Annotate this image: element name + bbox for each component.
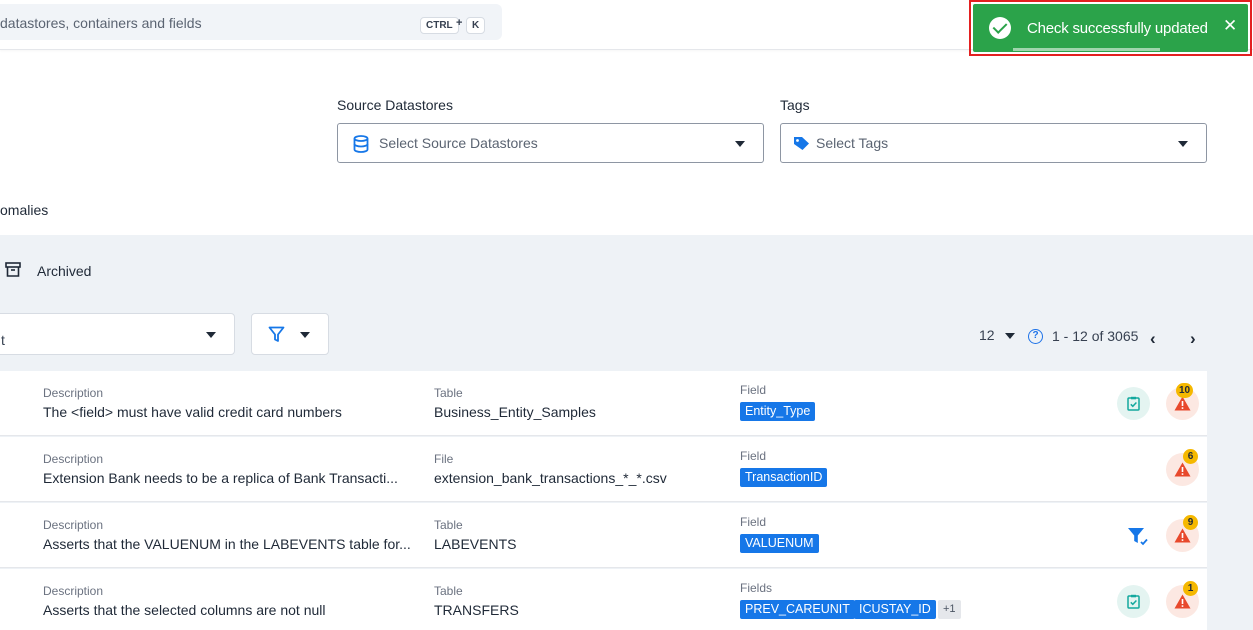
- chevron-down-icon: [300, 332, 310, 338]
- source-name: extension_bank_transactions_*_*.csv: [434, 470, 667, 486]
- more-fields-chip[interactable]: +1: [938, 600, 961, 619]
- anomaly-count-badge: 6: [1183, 449, 1198, 464]
- filter-icon: [268, 326, 285, 348]
- chevron-down-icon: [735, 141, 745, 147]
- field-label: Field: [740, 383, 767, 397]
- description-label: Description: [43, 452, 104, 466]
- filter-check-icon[interactable]: [1127, 527, 1149, 552]
- close-icon[interactable]: ✕: [1223, 16, 1237, 36]
- source-type-label: Table: [434, 386, 463, 400]
- field-chip[interactable]: Entity_Type: [740, 402, 816, 421]
- pagination-range: 1 - 12 of 3065: [1052, 328, 1139, 344]
- warning-icon: [1174, 528, 1191, 543]
- field-chip[interactable]: VALUENUM: [740, 534, 819, 553]
- search-placeholder: datastores, containers and fields: [0, 15, 202, 31]
- source-type-label: Table: [434, 584, 463, 598]
- source-type-label: File: [434, 452, 454, 466]
- database-icon: [353, 135, 369, 158]
- sort-value: t: [1, 332, 5, 348]
- clipboard-check-icon: [1127, 594, 1140, 609]
- field-label: Field: [740, 449, 767, 463]
- chevron-down-icon[interactable]: [1005, 333, 1015, 339]
- warning-icon: [1174, 462, 1191, 477]
- description-label: Description: [43, 518, 104, 532]
- source-datastores-select[interactable]: Select Source Datastores: [337, 123, 764, 163]
- help-icon[interactable]: ?: [1028, 329, 1043, 344]
- shortcut-key-k: K: [466, 17, 486, 34]
- table-row[interactable]: Description The <field> must have valid …: [0, 371, 1207, 436]
- filter-button[interactable]: [251, 313, 329, 355]
- check-action-button[interactable]: [1117, 585, 1150, 618]
- shortcut-key-ctrl: CTRL: [420, 17, 459, 34]
- chevron-down-icon: [1178, 141, 1188, 147]
- page-size-select[interactable]: 12: [979, 327, 995, 343]
- chevron-down-icon: [206, 332, 216, 338]
- anomaly-count-badge: 1: [1183, 581, 1198, 596]
- table-row[interactable]: Description Asserts that the selected co…: [0, 569, 1207, 630]
- warning-icon: [1174, 396, 1191, 411]
- source-datastores-placeholder: Select Source Datastores: [379, 135, 538, 151]
- tags-placeholder: Select Tags: [816, 135, 889, 151]
- shortcut-plus: +: [456, 17, 463, 29]
- archive-icon: [5, 262, 21, 282]
- table-row[interactable]: Description Extension Bank needs to be a…: [0, 437, 1207, 502]
- description-label: Description: [43, 584, 104, 598]
- toast-message: Check successfully updated: [1027, 20, 1208, 37]
- table-row[interactable]: Description Asserts that the VALUENUM in…: [0, 503, 1207, 568]
- description-text: Asserts that the VALUENUM in the LABEVEN…: [43, 536, 411, 552]
- description-text: Extension Bank needs to be a replica of …: [43, 470, 398, 486]
- description-text: The <field> must have valid credit card …: [43, 404, 342, 420]
- source-type-label: Table: [434, 518, 463, 532]
- anomaly-count-badge: 9: [1183, 515, 1198, 530]
- source-datastores-label: Source Datastores: [337, 97, 453, 113]
- clipboard-check-icon: [1127, 396, 1140, 411]
- warning-icon: [1174, 594, 1191, 609]
- description-text: Asserts that the selected columns are no…: [43, 602, 326, 618]
- chevron-left-icon[interactable]: ‹: [1150, 329, 1156, 349]
- tab-archived[interactable]: Archived: [37, 263, 91, 279]
- check-circle-icon: [989, 17, 1011, 39]
- toast-progress-bar: [1013, 48, 1160, 51]
- search-input[interactable]: datastores, containers and fields CTRL +…: [0, 4, 502, 40]
- tags-label: Tags: [780, 97, 810, 113]
- chevron-right-icon[interactable]: ›: [1190, 329, 1196, 349]
- tab-anomalies[interactable]: omalies: [0, 202, 48, 218]
- tag-icon: [793, 136, 810, 156]
- description-label: Description: [43, 386, 104, 400]
- success-toast: Check successfully updated ✕: [973, 4, 1248, 52]
- field-chip[interactable]: TransactionID: [740, 468, 828, 487]
- anomaly-count-badge: 10: [1176, 383, 1194, 398]
- field-label: Field: [740, 515, 767, 529]
- field-chip[interactable]: PREV_CAREUNIT: [740, 600, 855, 619]
- field-chip[interactable]: ICUSTAY_ID: [854, 600, 936, 619]
- sort-select[interactable]: t: [0, 313, 235, 355]
- tags-select[interactable]: Select Tags: [780, 123, 1207, 163]
- source-name: Business_Entity_Samples: [434, 404, 596, 420]
- source-name: LABEVENTS: [434, 536, 517, 552]
- field-label: Fields: [740, 581, 773, 595]
- source-name: TRANSFERS: [434, 602, 519, 618]
- check-action-button[interactable]: [1117, 387, 1150, 420]
